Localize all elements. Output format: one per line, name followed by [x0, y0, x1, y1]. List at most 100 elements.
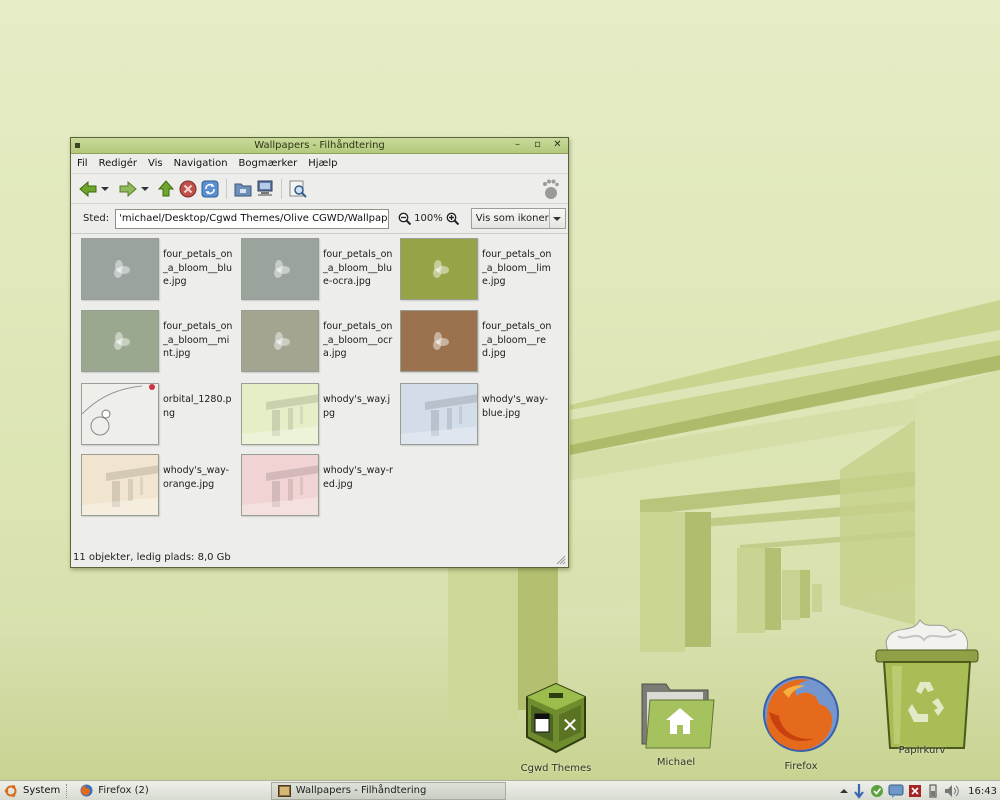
zoom-control: 100%	[398, 212, 459, 225]
cgwd-themes-icon: ✕	[526, 682, 586, 754]
flower-motif-icon	[114, 260, 130, 278]
file-thumbnail	[241, 238, 319, 300]
chevron-up-icon[interactable]	[840, 788, 849, 794]
desktop-icon-trash[interactable]: Papirkurv	[872, 612, 979, 756]
file-item[interactable]: four_petals_on_a_bloom__blue-ocra.jpg	[232, 236, 392, 302]
task-label: Firefox (2)	[98, 785, 149, 796]
desktop-icon-label: Firefox	[784, 761, 818, 772]
file-item[interactable]: whody's_way-red.jpg	[232, 452, 393, 518]
network-icon[interactable]	[870, 784, 884, 798]
computer-icon	[257, 180, 273, 196]
security-icon[interactable]	[908, 784, 922, 798]
view-mode-select[interactable]: Vis som ikoner	[470, 208, 566, 229]
menu-vis[interactable]: Vis	[148, 158, 163, 169]
desktop-icon-firefox[interactable]: Firefox	[751, 672, 851, 772]
close-button[interactable]: ✕	[553, 139, 562, 151]
file-thumbnail	[400, 310, 478, 372]
file-item[interactable]: four_petals_on_a_bloom__red.jpg	[391, 308, 551, 374]
file-thumbnail	[241, 383, 319, 445]
maximize-button[interactable]: ▫	[533, 139, 542, 151]
reload-button[interactable]	[199, 178, 221, 200]
window-titlebar[interactable]: Wallpapers - Filhåndtering – ▫ ✕	[71, 138, 568, 154]
file-name: orbital_1280.png	[163, 394, 232, 419]
file-item[interactable]: four_petals_on_a_bloom__lime.jpg	[391, 236, 551, 302]
corridor-motif-icon	[242, 384, 318, 444]
folder-icon	[277, 784, 291, 797]
task-label: Wallpapers - Filhåndtering	[295, 785, 427, 796]
menu-fil[interactable]: Fil	[77, 158, 88, 169]
file-item[interactable]: four_petals_on_a_bloom__mint.jpg	[72, 308, 232, 374]
stop-button[interactable]	[177, 178, 199, 200]
menu-bogmaerker[interactable]: Bogmærker	[239, 158, 298, 169]
file-name: four_petals_on_a_bloom__blue.jpg	[163, 249, 233, 287]
forward-button[interactable]	[117, 178, 139, 200]
taskbar: System Firefox (2) Wallpapers - Filhåndt…	[0, 780, 1000, 800]
home-folder-button[interactable]	[232, 178, 254, 200]
system-menu[interactable]: System	[0, 781, 60, 800]
desktop-icon-cgwd-themes[interactable]: ✕ Cgwd Themes	[506, 680, 606, 774]
file-item[interactable]: whody's_way.jpg	[232, 381, 392, 447]
home-folder-icon	[641, 683, 715, 749]
search-button[interactable]	[287, 178, 309, 200]
file-item[interactable]: four_petals_on_a_bloom__blue.jpg	[72, 236, 232, 302]
file-name: whody's_way-red.jpg	[323, 465, 393, 490]
file-name: four_petals_on_a_bloom__lime.jpg	[482, 249, 552, 287]
location-input[interactable]: 'michael/Desktop/Cgwd Themes/Olive CGWD/…	[115, 208, 390, 229]
system-menu-label: System	[23, 785, 61, 796]
flower-motif-icon	[433, 260, 449, 278]
task-firefox[interactable]: Firefox (2)	[74, 782, 154, 800]
view-mode-value: Vis som ikoner	[475, 213, 549, 224]
up-button[interactable]	[155, 178, 177, 200]
file-thumbnail	[241, 310, 319, 372]
gnome-foot-icon	[543, 179, 559, 199]
back-arrow-icon	[79, 180, 97, 197]
window-title: Wallpapers - Filhåndtering	[254, 140, 385, 151]
flower-motif-icon	[114, 332, 130, 350]
chevron-down-icon	[101, 186, 109, 191]
desktop-icon-label: Cgwd Themes	[520, 763, 592, 774]
resize-grip-icon[interactable]	[554, 553, 566, 565]
file-name: four_petals_on_a_bloom__mint.jpg	[163, 321, 233, 359]
file-thumbnail	[241, 454, 319, 516]
flower-motif-icon	[433, 332, 449, 350]
zoom-in-icon[interactable]	[446, 212, 459, 225]
back-button[interactable]	[77, 178, 99, 200]
menu-rediger[interactable]: Redigér	[99, 158, 137, 169]
menubar: Fil Redigér Vis Navigation Bogmærker Hjæ…	[71, 154, 568, 174]
menu-navigation[interactable]: Navigation	[174, 158, 228, 169]
forward-history-dropdown[interactable]	[139, 178, 151, 200]
file-thumbnail	[400, 238, 478, 300]
back-history-dropdown[interactable]	[99, 178, 111, 200]
file-item[interactable]: orbital_1280.png	[72, 381, 232, 447]
computer-button[interactable]	[254, 178, 276, 200]
file-item[interactable]: four_petals_on_a_bloom__ocra.jpg	[232, 308, 392, 374]
status-bar: 11 objekter, ledig plads: 8,0 Gb	[73, 552, 231, 563]
file-thumbnail	[81, 383, 159, 445]
update-manager-icon[interactable]	[852, 783, 866, 799]
reload-icon	[201, 180, 219, 197]
file-item[interactable]: whody's_way-blue.jpg	[391, 381, 551, 447]
chat-icon[interactable]	[888, 784, 904, 798]
zoom-out-icon[interactable]	[398, 212, 412, 225]
minimize-button[interactable]: –	[513, 139, 522, 151]
file-view[interactable]: four_petals_on_a_bloom__blue.jpg four_pet…	[72, 236, 567, 548]
file-item[interactable]: whody's_way-orange.jpg	[72, 452, 232, 518]
battery-icon[interactable]	[926, 784, 940, 798]
file-thumbnail	[81, 310, 159, 372]
volume-icon[interactable]	[944, 784, 960, 798]
desktop-icon-michael[interactable]: Michael	[626, 680, 726, 768]
menu-hjaelp[interactable]: Hjælp	[308, 158, 337, 169]
file-thumbnail	[81, 238, 159, 300]
file-name: four_petals_on_a_bloom__red.jpg	[482, 321, 552, 359]
svg-text:✕: ✕	[562, 713, 579, 737]
folder-icon	[234, 183, 252, 196]
zoom-level[interactable]: 100%	[414, 213, 443, 224]
up-arrow-icon	[158, 180, 174, 197]
task-wallpapers[interactable]: Wallpapers - Filhåndtering	[270, 781, 506, 800]
corridor-motif-icon	[242, 455, 318, 515]
forward-arrow-icon	[119, 180, 137, 197]
corridor-motif-icon	[401, 384, 477, 444]
clock[interactable]: 16:43	[968, 786, 997, 797]
file-name: four_petals_on_a_bloom__blue-ocra.jpg	[323, 249, 393, 287]
file-name: whody's_way-blue.jpg	[482, 394, 549, 419]
